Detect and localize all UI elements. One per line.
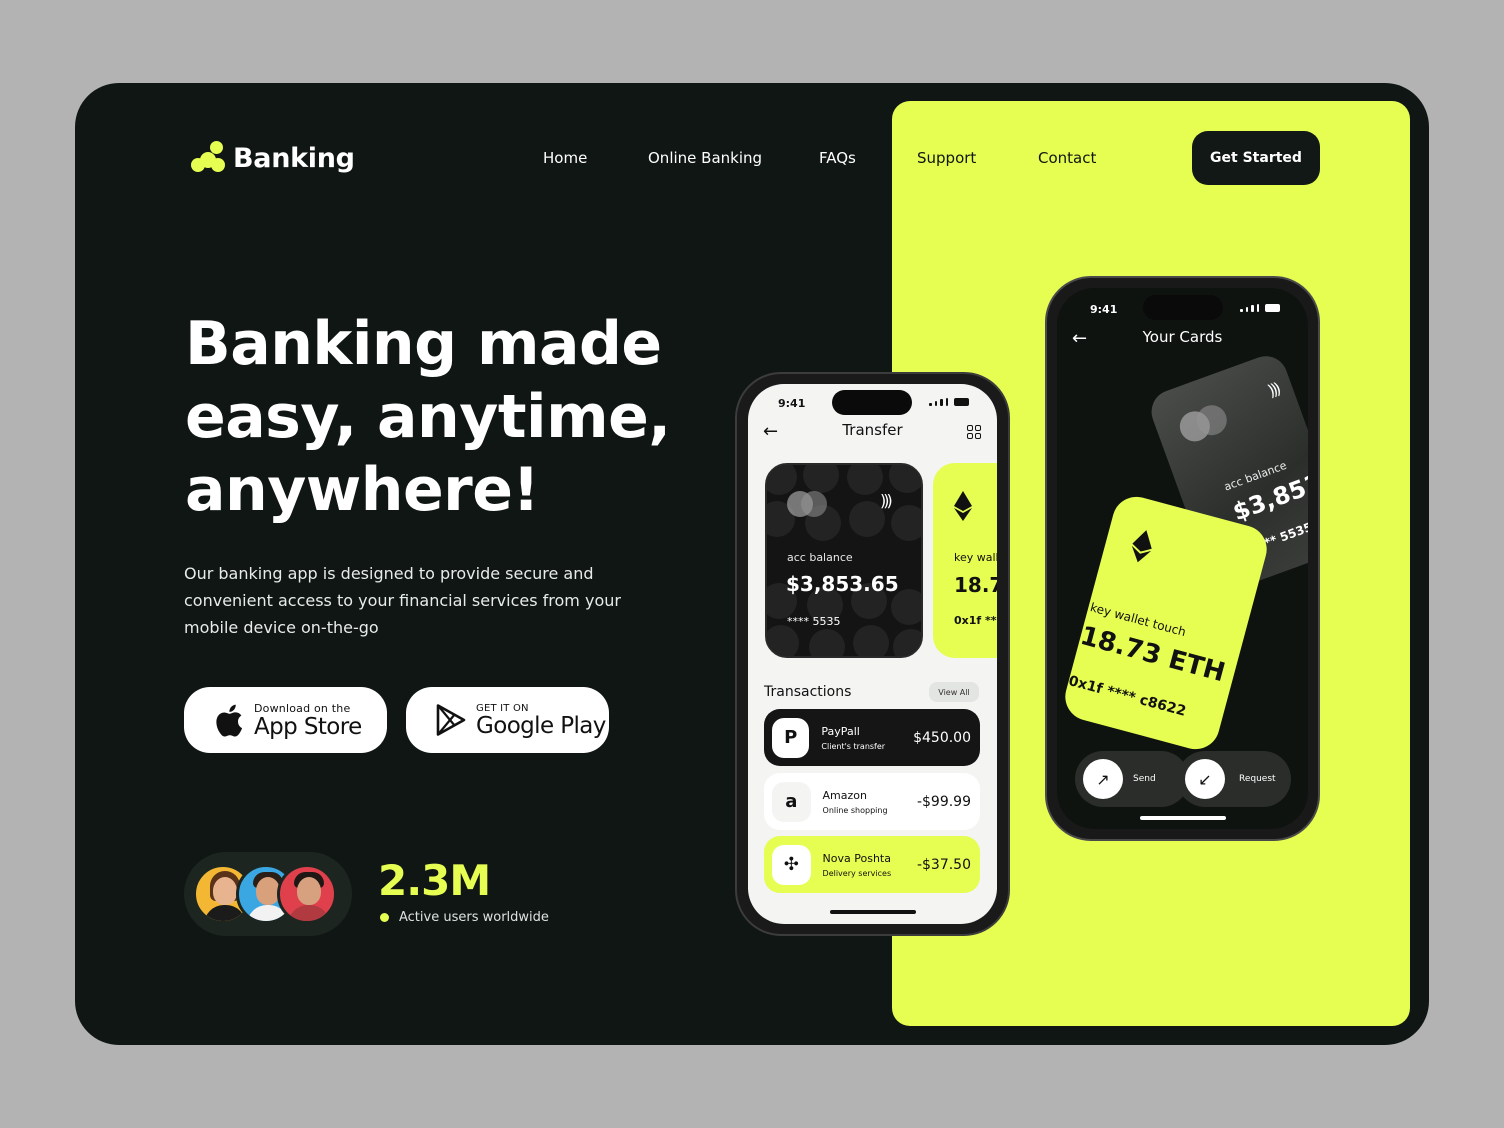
transaction-desc: Online shopping	[822, 805, 888, 815]
nav-item-home[interactable]: Home	[543, 149, 587, 167]
apple-icon	[214, 703, 244, 737]
transaction-row[interactable]: P PayPall Client's transfer $450.00	[764, 709, 980, 766]
contactless-icon: )))	[880, 491, 893, 510]
nova-poshta-icon: ✣	[772, 844, 811, 885]
ethereum-icon	[954, 491, 972, 521]
app-store-small-text: Download on the	[254, 701, 351, 715]
transaction-amount: -$99.99	[916, 793, 971, 810]
screen-title: Your Cards	[1142, 328, 1223, 346]
status-time: 9:41	[778, 397, 806, 410]
phone-transfer-mockup: 9:41 ← Transfer))) acc balance $3,853.6…	[735, 372, 1010, 936]
card-chip-icon	[1175, 400, 1231, 446]
wallet-address: 0x1f **** c8622	[1066, 673, 1188, 720]
contactless-icon: )))	[1265, 379, 1281, 401]
google-play-icon	[436, 703, 466, 737]
card-chip-icon	[787, 491, 827, 517]
google-play-small-text: GET IT ON	[476, 702, 529, 714]
crypto-wallet-card[interactable]: key wallet touch 18.73 ETH 0x1f **** c86…	[933, 463, 997, 658]
app-store-button[interactable]: Download on the App Store	[184, 687, 387, 753]
send-button[interactable]: ↗ Send	[1075, 751, 1189, 807]
avatar	[277, 864, 337, 924]
transaction-amount: -$37.50	[916, 856, 971, 873]
transaction-desc: Delivery services	[822, 868, 892, 878]
screen-title: Transfer	[842, 421, 903, 439]
brand-logo[interactable]: Banking	[191, 141, 355, 175]
user-avatars	[184, 852, 352, 936]
transaction-row[interactable]: ✣ Nova Poshta Delivery services -$37.50	[764, 836, 980, 893]
wallet-amount: 18.73 ETH	[954, 573, 997, 597]
nav-item-faqs[interactable]: FAQs	[819, 149, 856, 167]
transaction-name: Amazon	[822, 788, 867, 802]
home-indicator	[1140, 816, 1226, 820]
headline-line-2: easy, anytime,	[185, 382, 671, 452]
request-label: Request	[1239, 774, 1276, 784]
headline-line-1: Banking made	[185, 309, 662, 379]
transaction-name: Nova Poshta	[822, 851, 891, 865]
transaction-amount: $450.00	[913, 729, 971, 746]
qr-scan-icon[interactable]	[967, 425, 981, 439]
view-all-button[interactable]: View All	[929, 682, 979, 702]
send-label: Send	[1133, 774, 1156, 784]
balance-card[interactable]: ))) acc balance $3,853.65 **** 5535	[765, 463, 923, 658]
google-play-button[interactable]: GET IT ON Google Play	[406, 687, 609, 753]
card-label: acc balance	[787, 551, 853, 564]
home-indicator	[830, 910, 916, 914]
transaction-name: PayPall	[821, 724, 860, 738]
nav-item-contact[interactable]: Contact	[1038, 149, 1096, 167]
headline-line-3: anywhere!	[185, 455, 540, 525]
phone-cards-mockup: 9:41 ← Your Cards ))) acc balance $3,853…	[1045, 276, 1320, 841]
crypto-wallet-card[interactable]: key wallet touch 18.73 ETH 0x1f **** c86…	[1059, 491, 1273, 755]
wallet-label: key wallet touch	[954, 551, 997, 564]
transactions-heading: Transactions	[764, 684, 852, 700]
dynamic-island	[832, 390, 912, 415]
transaction-desc: Client's transfer	[821, 741, 886, 751]
wallet-address: 0x1f **** c8622	[954, 614, 997, 627]
hero-headline: Banking made easy, anytime, anywhere!	[185, 308, 705, 527]
cards-screen: 9:41 ← Your Cards ))) acc balance $3,853…	[1057, 288, 1308, 829]
request-button[interactable]: ↙ Request	[1177, 751, 1291, 807]
status-icons	[929, 398, 969, 406]
hero-subtext: Our banking app is designed to provide s…	[184, 564, 621, 637]
status-icons	[1240, 304, 1280, 312]
request-arrow-icon: ↙	[1185, 759, 1225, 799]
nav-item-support[interactable]: Support	[917, 149, 976, 167]
active-users-text: Active users worldwide	[399, 910, 549, 925]
card-number: **** 5535	[787, 615, 841, 628]
active-users-count: 2.3M	[378, 856, 491, 905]
app-store-big-text: App Store	[254, 713, 362, 740]
card-amount: $3,853.65	[786, 572, 899, 596]
brand-name: Banking	[233, 142, 355, 174]
paypal-icon: P	[772, 717, 810, 758]
get-started-button[interactable]: Get Started	[1192, 131, 1320, 185]
transfer-screen: 9:41 ← Transfer))) acc balance $3,853.6…	[748, 384, 997, 924]
dynamic-island	[1143, 295, 1223, 320]
transaction-row[interactable]: a Amazon Online shopping -$99.99	[764, 773, 980, 830]
send-arrow-icon: ↗	[1083, 759, 1123, 799]
status-time: 9:41	[1090, 303, 1118, 316]
active-users-label: Active users worldwide	[380, 910, 549, 925]
status-dot	[380, 913, 389, 922]
landing-frame: Banking Home Online Banking FAQs Support…	[75, 83, 1429, 1045]
ethereum-icon	[1131, 530, 1152, 563]
logo-mark-icon	[191, 141, 225, 175]
nav-item-online-banking[interactable]: Online Banking	[648, 149, 762, 167]
google-play-big-text: Google Play	[476, 712, 606, 739]
amazon-icon: a	[772, 781, 811, 822]
